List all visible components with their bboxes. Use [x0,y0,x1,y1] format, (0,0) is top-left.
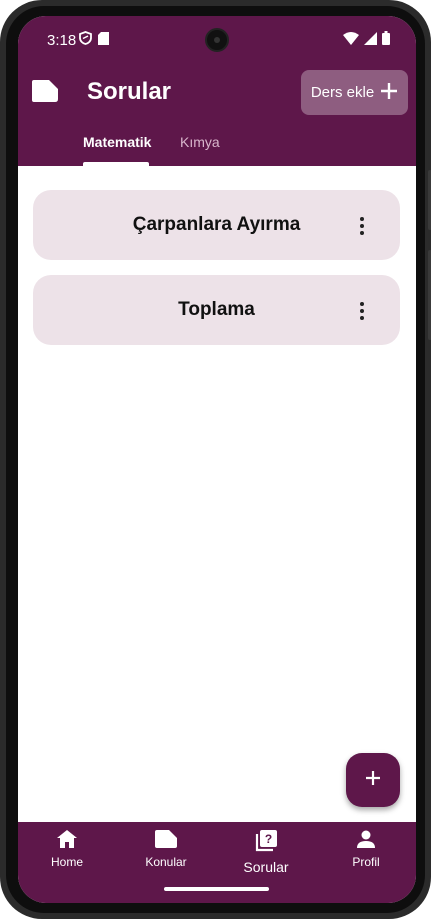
list-item[interactable]: Çarpanlara Ayırma [33,190,400,260]
status-icons-right [343,31,390,50]
nav-profil[interactable]: Profil [326,830,406,869]
list-item[interactable]: Toplama [33,275,400,345]
person-icon [357,830,375,852]
plus-icon [365,770,381,791]
nav-sorular[interactable]: ? Sorular [226,830,306,875]
shield-icon [79,31,92,50]
bottom-navigation: Home Konular ? Sorular Profil [18,822,416,903]
page-title: Sorular [87,78,172,105]
gesture-bar [164,887,269,891]
add-course-button[interactable]: Ders ekle [301,70,408,115]
front-camera [205,28,229,52]
home-icon [57,830,77,852]
signal-icon [364,31,377,50]
nav-sorular-label: Sorular [243,859,289,875]
plus-icon [380,82,398,104]
add-question-fab[interactable] [346,753,400,807]
quiz-icon: ? [255,830,277,856]
more-vert-icon[interactable] [352,301,372,321]
nav-home-label: Home [50,855,83,869]
phone-frame: 3:18 Sorular Ders ekle Matematik Kımya Ç… [0,0,431,919]
app-bar: 3:18 Sorular Ders ekle Matematik Kımya [18,16,416,166]
status-time: 3:18 [47,32,77,49]
wifi-icon [343,31,359,50]
app-screen: 3:18 Sorular Ders ekle Matematik Kımya Ç… [18,16,416,903]
label-icon [155,830,177,852]
topic-list: Çarpanlara Ayırma Toplama [18,166,416,822]
svg-text:?: ? [265,832,272,846]
nav-konular[interactable]: Konular [126,830,206,869]
nav-profil-label: Profil [352,855,380,869]
status-icons-left [79,31,109,50]
more-vert-icon[interactable] [352,216,372,236]
battery-icon [382,31,390,50]
tab-kimya[interactable]: Kımya [180,134,220,150]
nav-home[interactable]: Home [27,830,107,869]
sd-card-icon [98,31,109,50]
tab-matematik[interactable]: Matematik [83,134,151,150]
toolbar: Sorular Ders ekle [18,64,416,124]
add-course-label: Ders ekle [310,84,375,101]
tab-bar: Matematik Kımya [18,124,416,166]
topic-title: Çarpanlara Ayırma [132,214,301,235]
label-icon [32,80,58,107]
status-bar: 3:18 [18,16,416,64]
topic-title: Toplama [178,299,255,320]
nav-konular-label: Konular [145,855,187,869]
